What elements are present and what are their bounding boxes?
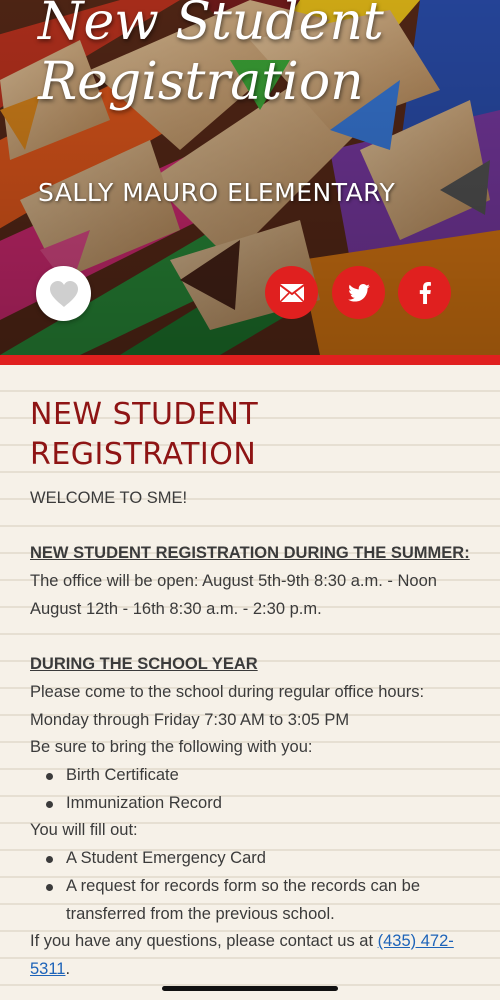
like-button[interactable] xyxy=(36,266,91,321)
heart-icon xyxy=(49,280,78,307)
facebook-f-icon xyxy=(419,281,431,304)
home-indicator[interactable] xyxy=(162,986,338,991)
email-share-button[interactable] xyxy=(265,266,318,319)
contact-paragraph: If you have any questions, please contac… xyxy=(30,928,470,983)
hero-title-line-1: New Student xyxy=(38,0,384,52)
summer-hours-line-2: August 12th - 16th 8:30 a.m. - 2:30 p.m. xyxy=(30,599,322,618)
section-heading: NEW STUDENT REGISTRATION xyxy=(30,397,259,472)
fill-intro: You will fill out: xyxy=(30,821,138,840)
main-content: NEW STUDENT REGISTRATION WELCOME TO SME!… xyxy=(0,365,500,1000)
twitter-share-button[interactable] xyxy=(332,266,385,319)
bring-list: Birth Certificate Immunization Record xyxy=(30,762,470,817)
summer-registration-heading: NEW STUDENT REGISTRATION DURING THE SUMM… xyxy=(30,544,470,563)
welcome-text: WELCOME TO SME! xyxy=(30,489,188,507)
twitter-bird-icon xyxy=(347,283,370,302)
school-year-line-2: Monday through Friday 7:30 AM to 3:05 PM xyxy=(30,710,350,729)
school-name: SALLY MAURO ELEMENTARY xyxy=(38,178,396,207)
fill-out-list: A Student Emergency Card A request for r… xyxy=(30,845,470,928)
summer-hours-line-1: The office will be open: August 5th-9th … xyxy=(30,572,437,591)
list-item: Birth Certificate xyxy=(46,762,470,790)
facebook-share-button[interactable] xyxy=(398,266,451,319)
hero-banner: New Student Registration SALLY MAURO ELE… xyxy=(0,0,500,355)
bring-intro: Be sure to bring the following with you: xyxy=(30,738,313,757)
list-item: A Student Emergency Card xyxy=(46,845,470,873)
school-year-heading: DURING THE SCHOOL YEAR xyxy=(30,655,258,674)
envelope-icon xyxy=(279,283,304,302)
list-item: A request for records form so the record… xyxy=(46,873,470,928)
school-year-line-1: Please come to the school during regular… xyxy=(30,682,425,701)
hero-title-line-2: Registration xyxy=(38,52,364,112)
page-hero-title: New Student Registration xyxy=(38,0,488,112)
accent-divider xyxy=(0,355,500,365)
contact-text: If you have any questions, please contac… xyxy=(30,932,378,951)
list-item: Immunization Record xyxy=(46,790,470,818)
contact-end: . xyxy=(65,959,71,978)
